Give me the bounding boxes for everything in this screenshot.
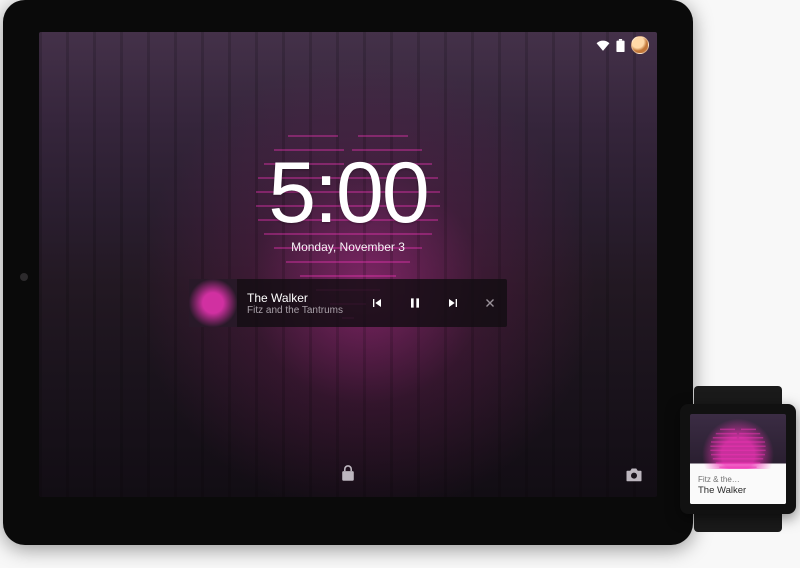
lockscreen-clock: 5:00 Monday, November 3 xyxy=(268,150,427,254)
battery-icon xyxy=(616,39,625,52)
user-avatar[interactable] xyxy=(631,36,649,54)
lock-icon[interactable] xyxy=(340,464,356,487)
skip-previous-button[interactable] xyxy=(365,291,389,315)
skip-next-button[interactable] xyxy=(441,291,465,315)
watch-media-card[interactable]: Fitz & the… The Walker xyxy=(690,469,786,504)
tablet-lockscreen[interactable]: 5:00 Monday, November 3 The Walker Fitz … xyxy=(39,32,657,497)
media-controls xyxy=(365,291,507,315)
watch-device: Fitz & the… The Walker xyxy=(674,386,796,532)
tablet-device: 5:00 Monday, November 3 The Walker Fitz … xyxy=(3,0,693,545)
status-bar xyxy=(596,36,649,54)
media-info: The Walker Fitz and the Tantrums xyxy=(237,291,353,316)
watch-media-title: The Walker xyxy=(698,485,778,496)
album-art-lines xyxy=(228,118,468,348)
clock-date: Monday, November 3 xyxy=(268,240,427,254)
watch-screen[interactable]: Fitz & the… The Walker xyxy=(690,414,786,504)
watch-body: Fitz & the… The Walker xyxy=(680,404,796,514)
album-art-thumbnail xyxy=(189,279,237,327)
pause-button[interactable] xyxy=(403,291,427,315)
clock-time: 5:00 xyxy=(268,150,427,236)
wifi-icon xyxy=(596,39,610,51)
media-artist: Fitz and the Tantrums xyxy=(247,305,343,316)
dismiss-button[interactable] xyxy=(479,292,501,314)
camera-icon[interactable] xyxy=(625,467,643,487)
media-notification[interactable]: The Walker Fitz and the Tantrums xyxy=(189,279,507,327)
media-title: The Walker xyxy=(247,291,343,305)
watch-media-artist: Fitz & the… xyxy=(698,475,778,485)
